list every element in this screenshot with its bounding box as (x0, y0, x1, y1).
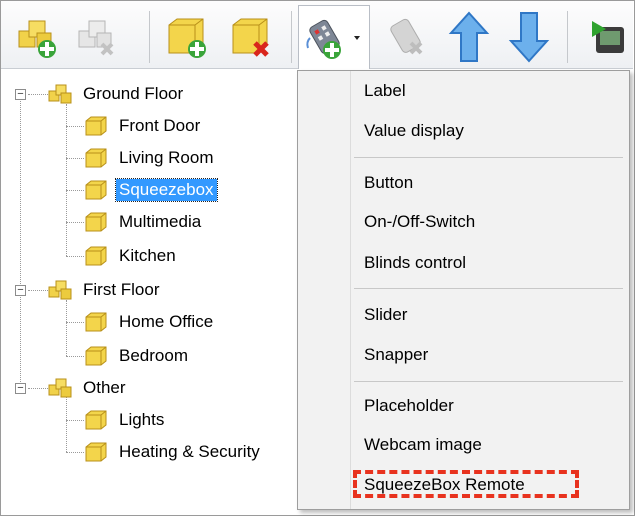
tree-item-label: Home Office (119, 312, 214, 331)
toolbar-separator (567, 11, 568, 63)
collapse-toggle[interactable]: − (15, 285, 26, 296)
collapse-toggle[interactable]: − (15, 383, 26, 394)
tree-connector (66, 126, 84, 127)
tree-group-label: First Floor (83, 280, 160, 299)
tree-group[interactable]: Ground Floor (48, 80, 186, 108)
menu-item-placeholder[interactable]: Placeholder (364, 390, 454, 422)
tree-connector (66, 452, 84, 453)
menu-item-value-display[interactable]: Value display (364, 115, 464, 147)
tree-item-label: Bedroom (119, 346, 188, 365)
delete-control-icon[interactable] (379, 9, 435, 65)
tree-connector (66, 256, 84, 257)
toolbar-separator (149, 11, 150, 63)
menu-item-label[interactable]: Label (364, 75, 406, 107)
add-control-icon[interactable] (298, 5, 370, 69)
tree-connector (66, 158, 84, 159)
tree-connector (66, 396, 67, 452)
tree-connector (20, 94, 21, 390)
menu-separator (354, 157, 623, 158)
tree-item[interactable]: Lights (84, 406, 167, 434)
menu-item-on-off-switch[interactable]: On-/Off-Switch (364, 206, 475, 238)
tree-connector (28, 94, 48, 95)
tree-item-label: Lights (119, 410, 165, 429)
tree-connector (66, 190, 84, 191)
room-icon (85, 410, 107, 430)
menu-gutter (350, 71, 351, 509)
add-control-menu: Label Value display Button On-/Off-Switc… (297, 70, 630, 510)
tree-group[interactable]: Other (48, 374, 129, 402)
tree-connector (66, 356, 84, 357)
tree-group-label: Ground Floor (83, 84, 184, 103)
tree-connector (28, 290, 48, 291)
tree-item[interactable]: Multimedia (84, 208, 204, 236)
tree-item-label: Kitchen (119, 246, 176, 265)
delete-room-icon[interactable] (223, 9, 279, 65)
delete-building-icon[interactable] (71, 9, 127, 65)
room-icon (85, 442, 107, 462)
collapse-toggle[interactable]: − (15, 89, 26, 100)
tree-group-label: Other (83, 378, 126, 397)
tree-item[interactable]: Bedroom (84, 342, 191, 370)
menu-item-slider[interactable]: Slider (364, 299, 407, 331)
room-icon (85, 312, 107, 332)
menu-separator (354, 288, 623, 289)
tree-connector (66, 222, 84, 223)
building-icon (48, 280, 72, 300)
toolbar (1, 1, 633, 69)
tree-group[interactable]: First Floor (48, 276, 163, 304)
tree-item[interactable]: Kitchen (84, 242, 179, 270)
add-room-icon[interactable] (159, 9, 215, 65)
highlight-box (353, 470, 579, 498)
tree-item[interactable]: Heating & Security (84, 438, 263, 466)
export-icon[interactable] (579, 9, 633, 65)
room-icon (85, 116, 107, 136)
tree-item-selected[interactable]: Squeezebox (84, 176, 218, 204)
building-icon (48, 84, 72, 104)
menu-item-webcam-image[interactable]: Webcam image (364, 429, 482, 461)
tree-item[interactable]: Home Office (84, 308, 216, 336)
tree-item-label: Multimedia (119, 212, 202, 231)
tree-item-label: Heating & Security (119, 442, 260, 461)
room-icon (85, 180, 107, 200)
move-down-icon[interactable] (501, 9, 557, 65)
room-tree: − Ground Floor Front Door Living Room Sq… (6, 74, 306, 514)
tree-connector (66, 300, 67, 356)
menu-item-blinds-control[interactable]: Blinds control (364, 247, 466, 279)
tree-item-label: Living Room (119, 148, 214, 167)
tree-item[interactable]: Living Room (84, 144, 217, 172)
tree-item-label: Front Door (119, 116, 201, 135)
tree-item[interactable]: Front Door (84, 112, 203, 140)
menu-item-snapper[interactable]: Snapper (364, 339, 428, 371)
add-building-icon[interactable] (11, 9, 67, 65)
room-icon (85, 346, 107, 366)
menu-item-button[interactable]: Button (364, 167, 413, 199)
room-icon (85, 148, 107, 168)
room-icon (85, 212, 107, 232)
tree-item-label: Squeezebox (115, 178, 218, 202)
tree-connector (66, 420, 84, 421)
move-up-icon[interactable] (441, 9, 497, 65)
tree-connector (28, 388, 48, 389)
building-icon (48, 378, 72, 398)
toolbar-separator (291, 11, 292, 63)
menu-separator (354, 381, 623, 382)
room-icon (85, 246, 107, 266)
tree-connector (66, 322, 84, 323)
